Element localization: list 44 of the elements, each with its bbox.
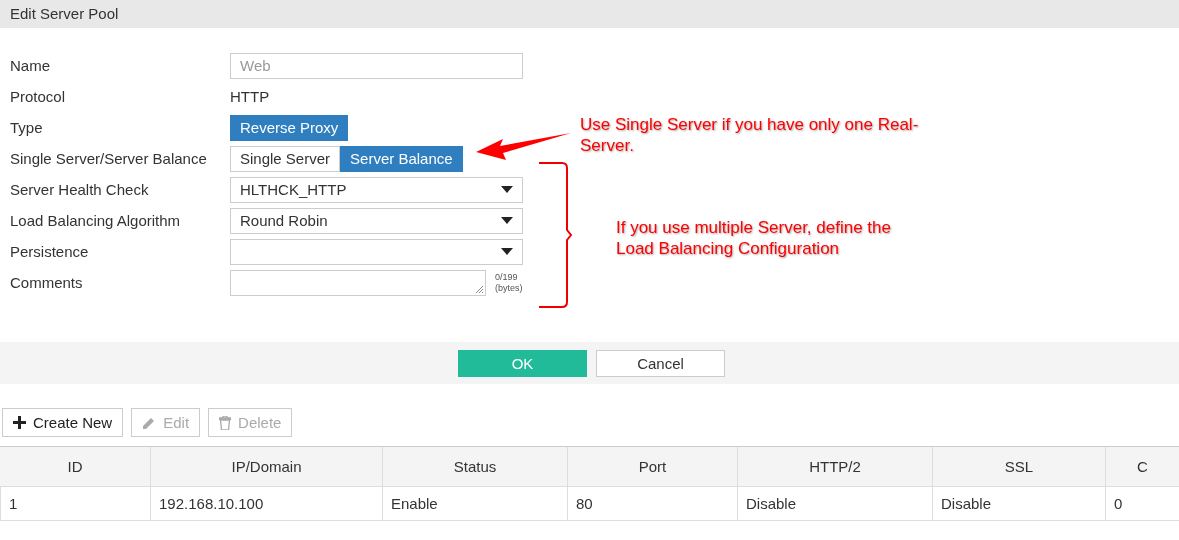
comments-field[interactable] xyxy=(230,269,486,296)
table-cell: 0 xyxy=(1105,487,1179,521)
dropdown-field[interactable]: HLTHCK_HTTP xyxy=(230,176,523,203)
pencil-icon xyxy=(142,415,157,430)
column-header[interactable]: ID xyxy=(0,446,150,487)
char-counter: 0/199 xyxy=(495,271,519,283)
table-cell: 192.168.10.100 xyxy=(150,487,382,521)
field-label: Server Health Check xyxy=(9,181,150,198)
table-cell: 1 xyxy=(0,487,150,521)
column-header[interactable]: IP/Domain xyxy=(150,446,382,487)
column-header[interactable]: HTTP/2 xyxy=(737,446,932,487)
trash-icon xyxy=(219,415,232,430)
plus-icon xyxy=(13,416,26,429)
dropdown-field[interactable]: Round Robin xyxy=(230,207,523,234)
table-cell: Disable xyxy=(737,487,932,521)
toolbar-button[interactable]: Create New xyxy=(2,408,124,437)
field-label: Protocol xyxy=(9,88,67,105)
column-header[interactable]: SSL xyxy=(932,446,1105,487)
field-label: Load Balancing Algorithm xyxy=(9,212,182,229)
column-header[interactable]: Port xyxy=(567,446,737,487)
dropdown-field[interactable] xyxy=(230,238,523,265)
annotation-note: Use Single Server if you have only one Real- Server. xyxy=(580,114,919,156)
column-header[interactable]: Status xyxy=(382,446,567,487)
field-label: Single Server/Server Balance xyxy=(9,150,208,167)
column-header[interactable]: C xyxy=(1105,446,1179,487)
field-value: HTTP xyxy=(230,88,270,105)
caret-icon xyxy=(501,217,513,224)
annotation-note: If you use multiple Server, define the Load Balancing Configuration xyxy=(616,217,891,259)
table-cell: Enable xyxy=(382,487,567,521)
field-label: Type xyxy=(9,119,44,136)
window-title: Edit Server Pool xyxy=(10,5,119,22)
resize-grip-icon[interactable] xyxy=(475,284,483,293)
dialog-button[interactable]: Cancel xyxy=(596,349,725,377)
table-cell: 80 xyxy=(567,487,737,521)
toggle-option[interactable]: Server Balance xyxy=(340,145,463,172)
field-label: Persistence xyxy=(9,243,90,260)
caret-icon xyxy=(501,186,513,193)
field-label: Comments xyxy=(9,274,84,291)
counter-unit: (bytes) xyxy=(495,282,523,294)
toggle-option[interactable]: Reverse Proxy xyxy=(230,114,349,141)
table-cell: Disable xyxy=(932,487,1105,521)
toggle-option[interactable]: Single Server xyxy=(230,145,341,172)
field-label: Name xyxy=(9,57,51,74)
caret-icon xyxy=(501,248,513,255)
